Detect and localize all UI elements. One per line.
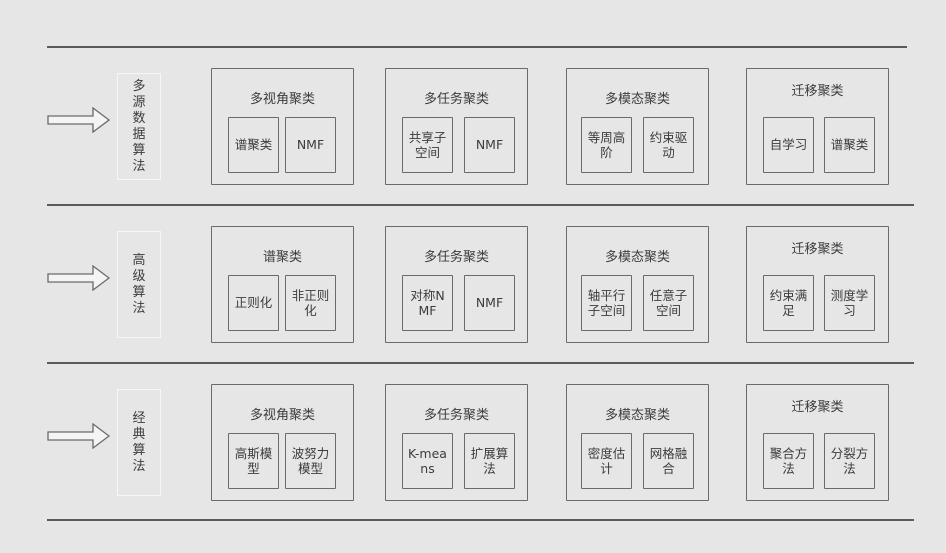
- method-box: NMF: [464, 275, 515, 331]
- group-box: 多视角聚类 高斯模型 波努力模型: [211, 384, 354, 501]
- group-box: 迁移聚类 聚合方法 分裂方法: [746, 384, 889, 501]
- method-box: 密度估计: [581, 433, 632, 489]
- row-label-char: 经: [132, 410, 146, 426]
- method-box: 分裂方法: [824, 433, 875, 489]
- method-box: NMF: [464, 117, 515, 173]
- group-title: 迁移聚类: [791, 242, 844, 257]
- row-multi-source: 多源数据算法 多视角聚类 谱聚类 NMF 多任务聚类 共享子空间 NMF 多模态…: [0, 52, 946, 210]
- row-label-char: 算: [132, 284, 146, 300]
- row-label-char: 算: [132, 142, 146, 158]
- group-box: 多模态聚类 等周高阶 约束驱动: [566, 68, 709, 185]
- method-box: 网格融合: [643, 433, 694, 489]
- method-box: 共享子空间: [402, 117, 453, 173]
- row-label-char: 多: [132, 78, 146, 94]
- method-box: 谱聚类: [824, 117, 875, 173]
- group-box: 多视角聚类 谱聚类 NMF: [211, 68, 354, 185]
- group-title: 多模态聚类: [604, 408, 670, 423]
- row-label-char: 法: [132, 458, 146, 474]
- row-label-char: 源: [132, 94, 146, 110]
- method-box: NMF: [285, 117, 336, 173]
- method-box: 自学习: [763, 117, 814, 173]
- right-arrow-icon: [47, 423, 110, 449]
- method-box: 任意子空间: [643, 275, 694, 331]
- method-box: 约束满足: [763, 275, 814, 331]
- method-box: 正则化: [228, 275, 279, 331]
- group-title: 多视角聚类: [249, 408, 315, 423]
- method-box: 等周高阶: [581, 117, 632, 173]
- row-label-char: 法: [132, 158, 146, 174]
- row-label-char: 据: [132, 126, 146, 142]
- group-box: 迁移聚类 约束满足 测度学习: [746, 226, 889, 343]
- row-label-char: 法: [132, 300, 146, 316]
- group-title: 谱聚类: [262, 250, 302, 265]
- right-arrow-icon: [47, 107, 110, 133]
- group-title: 多模态聚类: [604, 92, 670, 107]
- method-box: 波努力模型: [285, 433, 336, 489]
- group-title: 多任务聚类: [423, 92, 489, 107]
- method-box: 对称NMF: [402, 275, 453, 331]
- group-box: 多模态聚类 轴平行子空间 任意子空间: [566, 226, 709, 343]
- group-box: 多模态聚类 密度估计 网格融合: [566, 384, 709, 501]
- row-label: 高级算法: [117, 231, 161, 338]
- row-label: 经典算法: [117, 389, 161, 496]
- group-box: 迁移聚类 自学习 谱聚类: [746, 68, 889, 185]
- method-box: 轴平行子空间: [581, 275, 632, 331]
- group-box: 多任务聚类 对称NMF NMF: [385, 226, 528, 343]
- method-box: 高斯模型: [228, 433, 279, 489]
- group-box: 谱聚类 正则化 非正则化: [211, 226, 354, 343]
- group-title: 迁移聚类: [791, 400, 844, 415]
- group-box: 多任务聚类 K-means 扩展算法: [385, 384, 528, 501]
- row-advanced: 高级算法 谱聚类 正则化 非正则化 多任务聚类 对称NMF NMF 多模态聚类 …: [0, 210, 946, 368]
- row-label-char: 级: [132, 268, 146, 284]
- group-box: 多任务聚类 共享子空间 NMF: [385, 68, 528, 185]
- method-box: 聚合方法: [763, 433, 814, 489]
- row-label-char: 数: [132, 110, 146, 126]
- method-box: 扩展算法: [464, 433, 515, 489]
- separator-top: [47, 46, 907, 48]
- group-title: 多模态聚类: [604, 250, 670, 265]
- group-title: 多视角聚类: [249, 92, 315, 107]
- right-arrow-icon: [47, 265, 110, 291]
- row-classic: 经典算法 多视角聚类 高斯模型 波努力模型 多任务聚类 K-means 扩展算法…: [0, 368, 946, 526]
- row-label: 多源数据算法: [117, 73, 161, 180]
- group-title: 迁移聚类: [791, 84, 844, 99]
- method-box: 测度学习: [824, 275, 875, 331]
- row-label-char: 算: [132, 442, 146, 458]
- method-box: 谱聚类: [228, 117, 279, 173]
- method-box: K-means: [402, 433, 453, 489]
- method-box: 非正则化: [285, 275, 336, 331]
- row-label-char: 典: [132, 426, 146, 442]
- row-label-char: 高: [132, 252, 146, 268]
- group-title: 多任务聚类: [423, 250, 489, 265]
- method-box: 约束驱动: [643, 117, 694, 173]
- group-title: 多任务聚类: [423, 408, 489, 423]
